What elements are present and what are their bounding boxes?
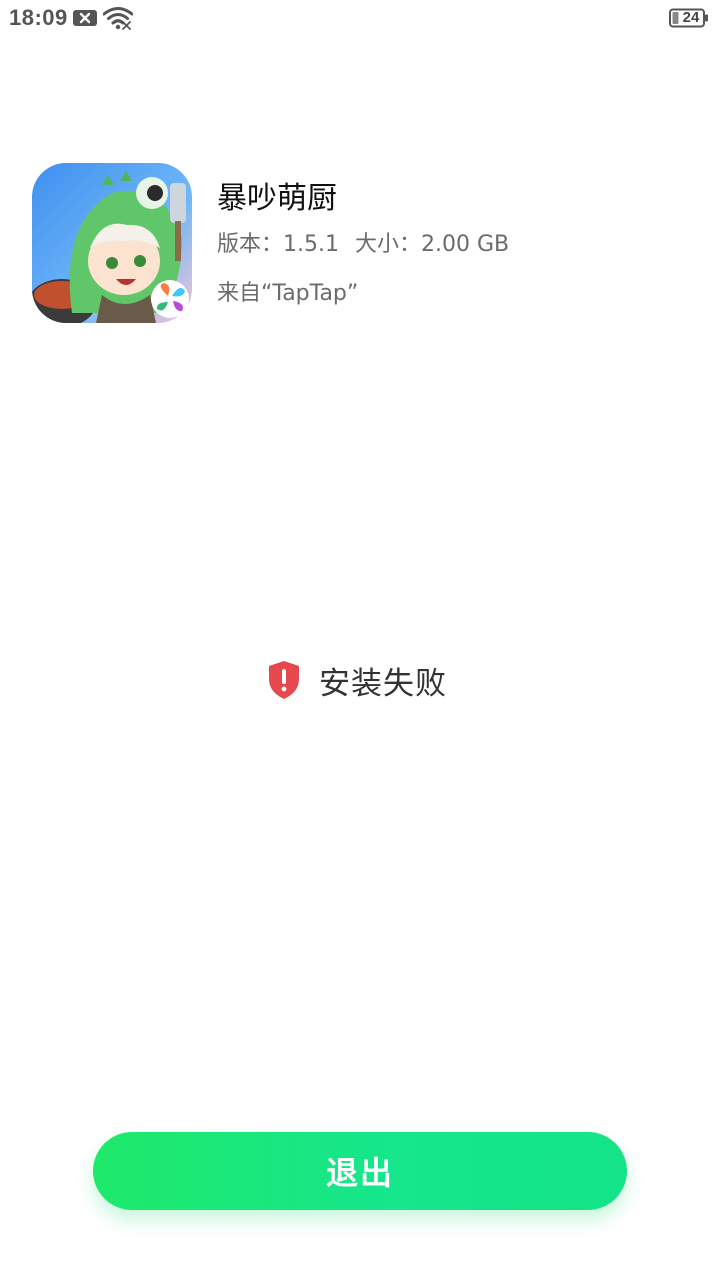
screen: 18:09 24 暴吵萌厨 版本：1.5.1 大小：2.00 GB 来自“Tap… <box>0 0 720 1280</box>
app-meta: 版本：1.5.1 大小：2.00 GB <box>217 226 509 258</box>
app-version: 版本：1.5.1 <box>217 232 339 257</box>
app-size: 大小：2.00 GB <box>354 232 510 257</box>
status-bar: 18:09 24 <box>0 0 720 38</box>
notification-x-icon <box>73 10 97 26</box>
shield-alert-icon <box>269 661 299 699</box>
game-app-icon <box>32 163 192 323</box>
install-result: 安装失败 <box>0 656 720 704</box>
wifi-icon <box>103 7 133 30</box>
battery-icon: 24 <box>669 8 709 28</box>
exit-button[interactable]: 退出 <box>93 1132 627 1210</box>
exit-button-label: 退出 <box>325 1154 394 1192</box>
app-source: 来自“TapTap” <box>217 281 359 306</box>
battery-level: 24 <box>682 9 700 26</box>
result-text: 安装失败 <box>319 665 447 702</box>
status-time: 18:09 <box>9 5 68 30</box>
app-name: 暴吵萌厨 <box>217 181 337 216</box>
